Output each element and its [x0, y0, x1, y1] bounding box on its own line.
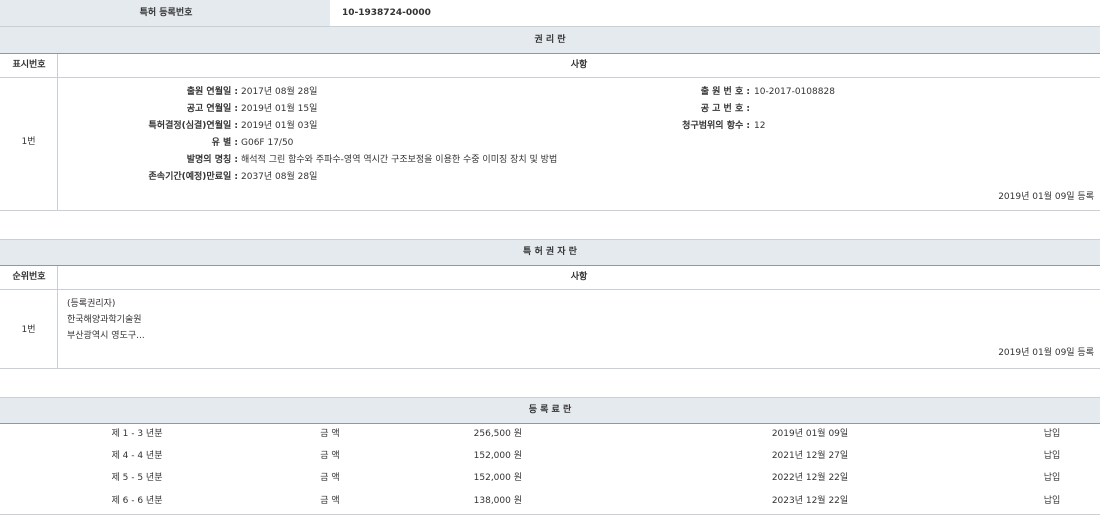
- field-classification: 유 별 : G06F 17/50: [58, 135, 678, 152]
- fee-amount-label: 금 액: [300, 447, 360, 466]
- fee-date: 2021년 12월 27일: [750, 447, 870, 466]
- fee-amount: 152,000 원: [430, 447, 522, 466]
- field-value: 해석적 그린 함수와 주파수-영역 역시간 구조보정을 이용한 수중 이미징 장…: [241, 152, 557, 169]
- rights-column-header: 표시번호 사항: [0, 54, 1100, 77]
- field-label: 발명의 명칭 :: [58, 152, 238, 169]
- rights-col-matters: 사항: [58, 54, 1100, 77]
- fee-amount: 256,500 원: [430, 425, 522, 444]
- patentee-row-index: 1번: [0, 322, 57, 339]
- patentee-section-header: 특 허 권 자 란: [0, 240, 1100, 265]
- field-value: 2019년 01월 15일: [241, 101, 317, 118]
- fee-row: 제 4 - 4 년분 금 액 152,000 원 2021년 12월 27일 납…: [0, 447, 1100, 466]
- divider: [0, 423, 1100, 424]
- field-claims-count: 청구범위의 항수 : 12: [620, 118, 920, 135]
- fee-row: 제 6 - 6 년분 금 액 138,000 원 2023년 12월 22일 납…: [0, 492, 1100, 511]
- fee-status: 납입: [1032, 447, 1072, 466]
- field-value: 12: [754, 118, 765, 135]
- fee-amount-label: 금 액: [300, 425, 360, 444]
- patentee-registered-note: 2019년 01월 09일 등록: [700, 345, 1094, 362]
- rights-row-index: 1번: [0, 134, 57, 151]
- divider: [0, 368, 1100, 369]
- rights-section-title: 권 리 란: [0, 27, 1100, 53]
- fee-period: 제 6 - 6 년분: [85, 492, 189, 511]
- patentee-col-index: 순위번호: [0, 266, 58, 289]
- fee-date: 2022년 12월 22일: [750, 469, 870, 488]
- field-invention-title: 발명의 명칭 : 해석적 그린 함수와 주파수-영역 역시간 구조보정을 이용한…: [58, 152, 678, 169]
- registration-label: 특허 등록번호: [60, 0, 272, 26]
- patentee-col-matters: 사항: [58, 266, 1100, 289]
- field-label: 청구범위의 항수 :: [620, 118, 750, 135]
- field-label: 유 별 :: [58, 135, 238, 152]
- fee-status: 납입: [1032, 492, 1072, 511]
- divider: [0, 239, 1100, 240]
- fee-section-title: 등 록 료 란: [0, 398, 1100, 423]
- patentee-column-header: 순위번호 사항: [0, 266, 1100, 289]
- patentee-row: 1번 (등록권리자) 한국해양과학기술원 부산광역시 영도구... 2019년 …: [0, 290, 1100, 368]
- fee-amount-label: 금 액: [300, 469, 360, 488]
- registration-number: 10-1938724-0000: [342, 0, 431, 26]
- rights-row: 1번 출원 연월일 : 2017년 08월 28일 공고 연월일 : 2019년…: [0, 78, 1100, 210]
- field-value: 2019년 01월 03일: [241, 118, 317, 135]
- fee-section-header: 등 록 료 란: [0, 398, 1100, 423]
- field-expiry-date: 존속기간(예정)만료일 : 2037년 08월 28일: [58, 169, 678, 186]
- divider: [0, 514, 1100, 515]
- field-application-date: 출원 연월일 : 2017년 08월 28일: [58, 84, 678, 101]
- fee-amount: 138,000 원: [430, 492, 522, 511]
- fee-date: 2019년 01월 09일: [750, 425, 870, 444]
- field-publication-date: 공고 연월일 : 2019년 01월 15일: [58, 101, 678, 118]
- rights-section-header: 권 리 란: [0, 27, 1100, 53]
- field-value: 2037년 08월 28일: [241, 169, 317, 186]
- field-label: 공 고 번 호 :: [620, 101, 750, 118]
- fee-date: 2023년 12월 22일: [750, 492, 870, 511]
- registration-row: 특허 등록번호 10-1938724-0000: [0, 0, 1100, 26]
- field-application-number: 출 원 번 호 : 10-2017-0108828: [620, 84, 920, 101]
- fee-period: 제 4 - 4 년분: [85, 447, 189, 466]
- field-label: 존속기간(예정)만료일 :: [58, 169, 238, 186]
- fee-amount-label: 금 액: [300, 492, 360, 511]
- fee-status: 납입: [1032, 425, 1072, 444]
- patentee-name: 한국해양과학기술원: [67, 312, 142, 328]
- field-value: G06F 17/50: [241, 135, 293, 152]
- fee-status: 납입: [1032, 469, 1072, 488]
- registration-value-cell: [331, 0, 1100, 26]
- field-label: 출 원 번 호 :: [620, 84, 750, 101]
- fee-row: 제 5 - 5 년분 금 액 152,000 원 2022년 12월 22일 납…: [0, 469, 1100, 488]
- field-value: 10-2017-0108828: [754, 84, 835, 101]
- field-label: 출원 연월일 :: [58, 84, 238, 101]
- rights-col-index: 표시번호: [0, 54, 58, 77]
- divider: [0, 210, 1100, 211]
- field-label: 공고 연월일 :: [58, 101, 238, 118]
- field-publication-number: 공 고 번 호 :: [620, 101, 920, 118]
- field-decision-date: 특허결정(심결)연월일 : 2019년 01월 03일: [58, 118, 678, 135]
- patentee-section-title: 특 허 권 자 란: [0, 240, 1100, 265]
- fee-row: 제 1 - 3 년분 금 액 256,500 원 2019년 01월 09일 납…: [0, 425, 1100, 444]
- field-value: 2017년 08월 28일: [241, 84, 317, 101]
- patentee-role: (등록권리자): [67, 296, 115, 312]
- rights-registered-note: 2019년 01월 09일 등록: [700, 189, 1094, 206]
- patentee-address: 부산광역시 영도구...: [67, 328, 145, 344]
- fee-amount: 152,000 원: [430, 469, 522, 488]
- fee-period: 제 5 - 5 년분: [85, 469, 189, 488]
- fee-period: 제 1 - 3 년분: [85, 425, 189, 444]
- field-label: 특허결정(심결)연월일 :: [58, 118, 238, 135]
